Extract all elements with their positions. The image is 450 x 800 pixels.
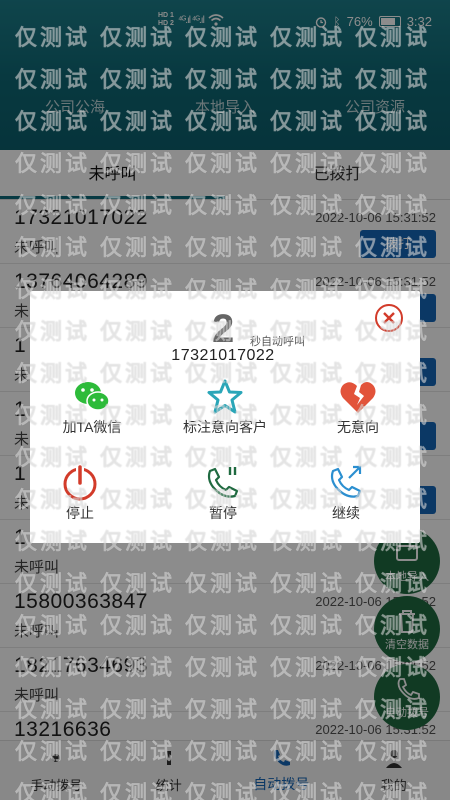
- countdown-number: 2: [212, 307, 235, 351]
- pause-label: 暂停: [209, 505, 237, 521]
- stop-label: 停止: [66, 505, 94, 521]
- app-screen: HD 1 HD 2 ⁴ᴳ.ıl ⁴ᴳ.ıl ᛒ 76% 3:32 公司公海 本地…: [0, 0, 450, 800]
- pause-button[interactable]: 暂停: [158, 463, 288, 523]
- no-intent-button[interactable]: 无意向: [293, 377, 423, 437]
- wechat-icon: [75, 382, 110, 411]
- close-icon[interactable]: [374, 303, 404, 333]
- stop-button[interactable]: 停止: [15, 463, 145, 523]
- star-icon: [207, 379, 243, 414]
- resume-label: 继续: [332, 505, 360, 521]
- power-icon: [63, 465, 97, 501]
- broken-heart-icon: [340, 382, 376, 413]
- add-wechat-button[interactable]: 加TA微信: [27, 377, 157, 437]
- phone-pause-icon: [207, 467, 239, 498]
- mark-intent-button[interactable]: 标注意向客户: [160, 377, 290, 437]
- phone-outgoing-icon: [330, 465, 362, 498]
- dialing-number: 17321017022: [171, 347, 275, 364]
- add-wechat-label: 加TA微信: [62, 419, 122, 435]
- resume-button[interactable]: 继续: [281, 463, 411, 523]
- mark-intent-label: 标注意向客户: [183, 419, 267, 435]
- auto-call-dialog: 2 秒自动呼叫 17321017022 加TA微信 标注意向客户 无意向 停止 …: [30, 291, 420, 543]
- no-intent-label: 无意向: [337, 419, 379, 435]
